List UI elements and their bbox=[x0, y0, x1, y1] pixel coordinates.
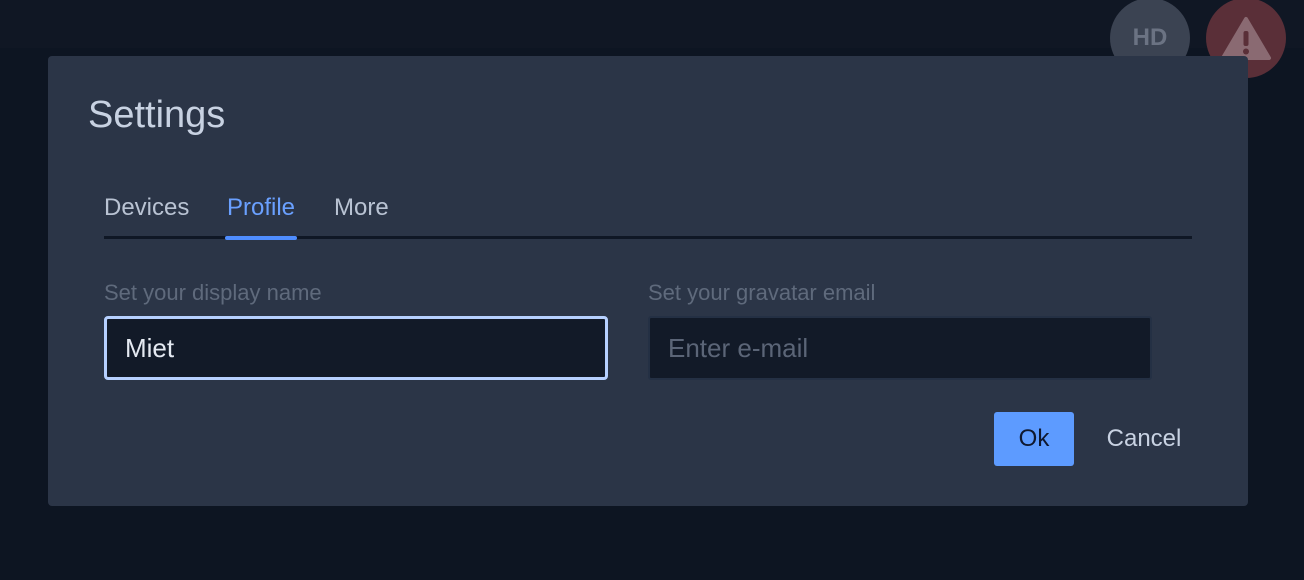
settings-dialog: Settings Devices Profile More Set your d… bbox=[48, 56, 1248, 506]
display-name-label: Set your display name bbox=[104, 280, 322, 305]
tab-profile[interactable]: Profile bbox=[224, 192, 298, 240]
dialog-title: Settings bbox=[88, 94, 226, 136]
tab-devices[interactable]: Devices bbox=[104, 192, 189, 236]
settings-tabs: Devices Profile More bbox=[104, 192, 1192, 240]
warning-triangle-icon bbox=[1221, 17, 1271, 60]
ok-button[interactable]: Ok bbox=[994, 412, 1074, 466]
gravatar-email-input[interactable] bbox=[648, 316, 1152, 380]
top-toolbar bbox=[0, 0, 1304, 48]
hd-label: HD bbox=[1132, 24, 1168, 51]
cancel-button[interactable]: Cancel bbox=[1090, 412, 1198, 466]
gravatar-email-label: Set your gravatar email bbox=[648, 280, 876, 305]
tab-more[interactable]: More bbox=[334, 192, 389, 236]
display-name-input[interactable] bbox=[104, 316, 608, 380]
